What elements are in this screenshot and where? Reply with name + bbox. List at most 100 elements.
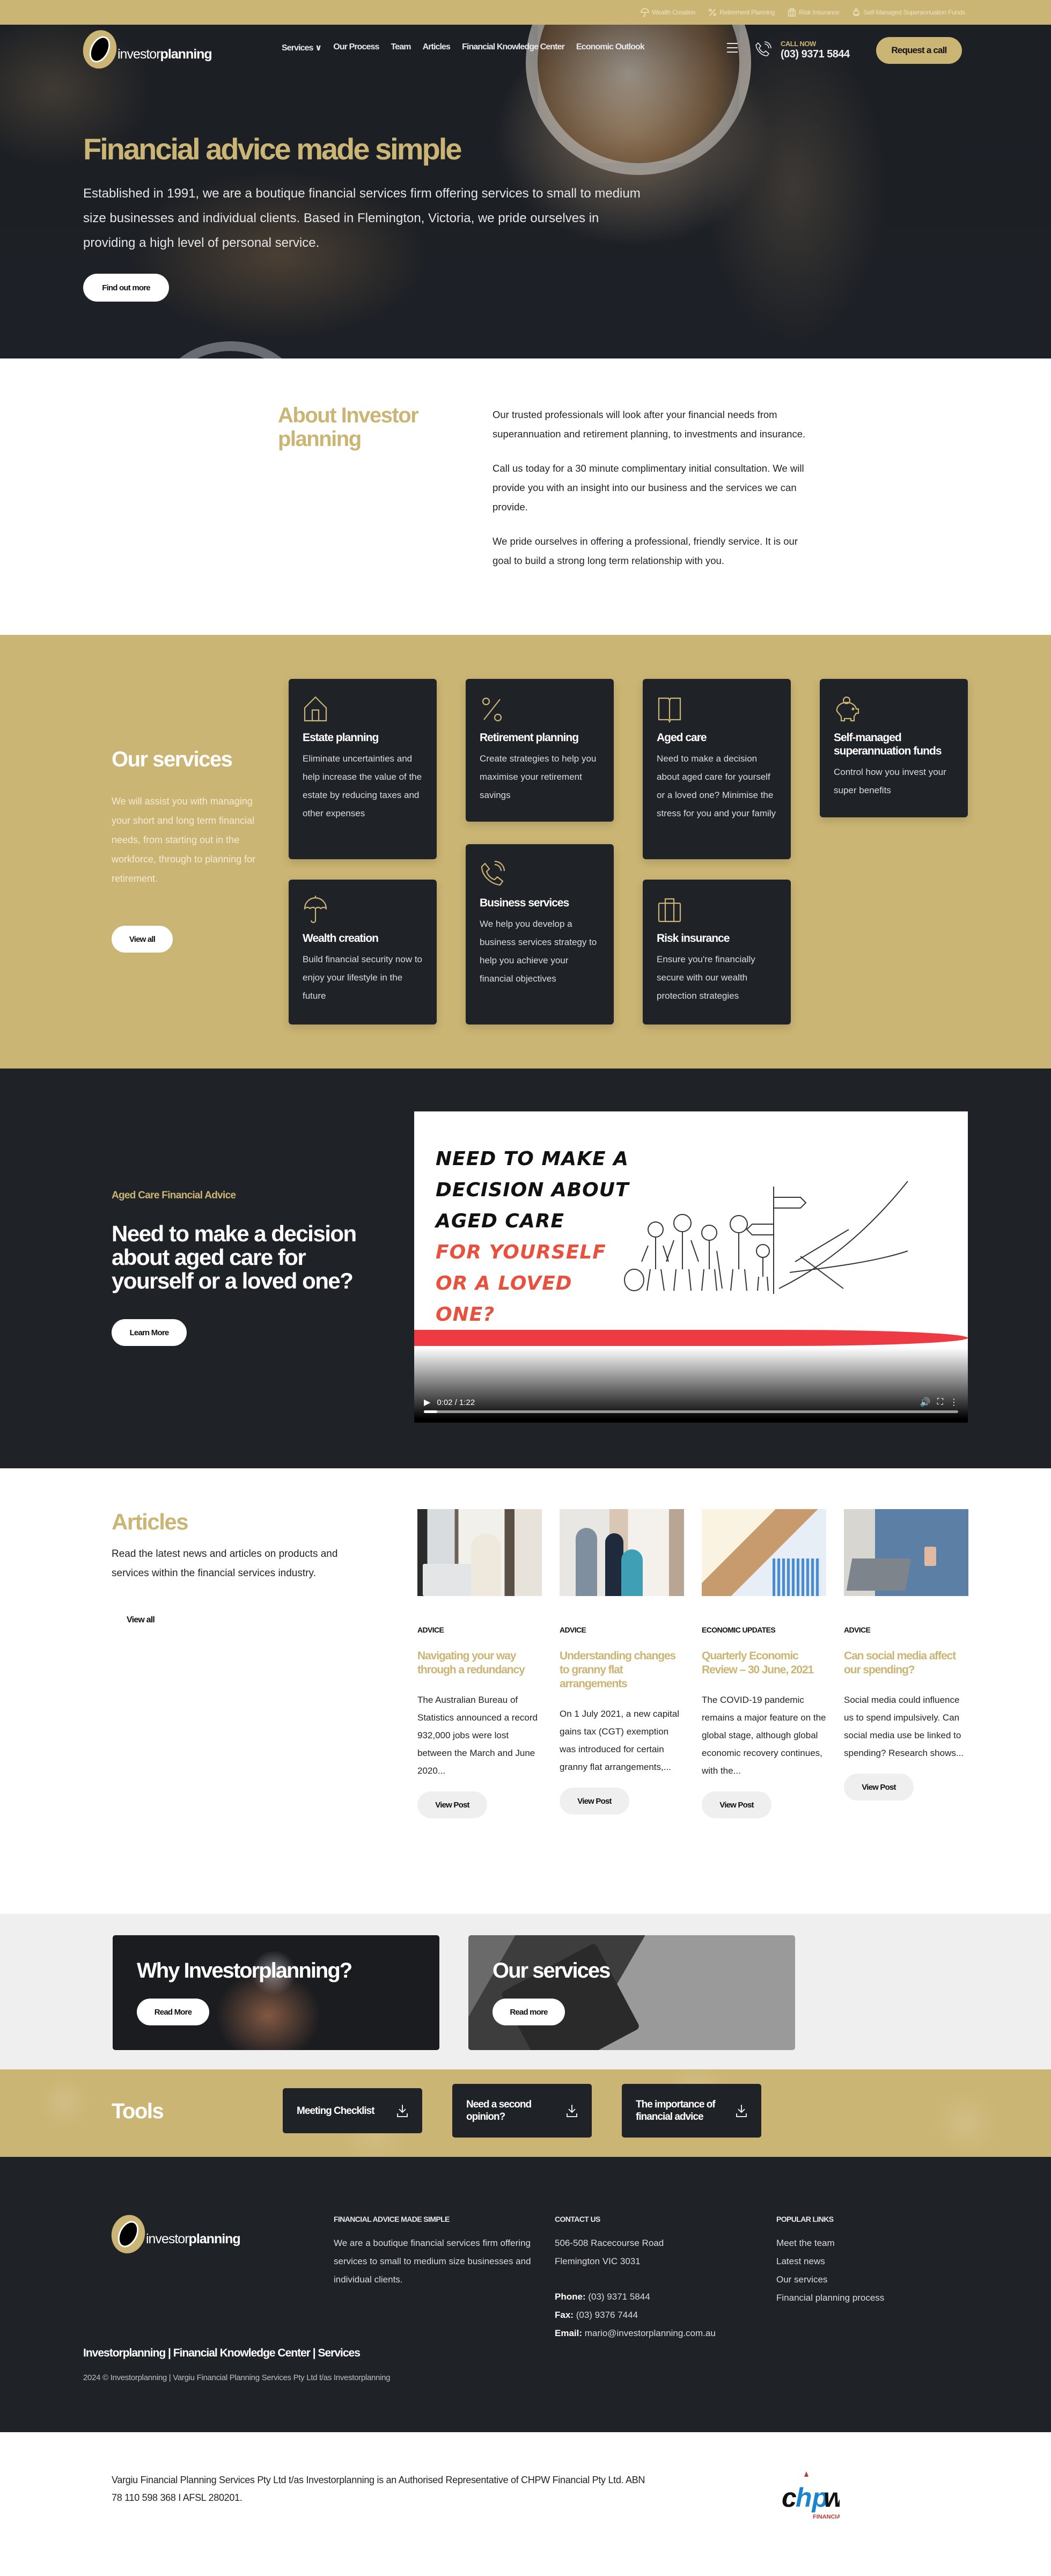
service-card-title: Self-managed superannuation funds <box>834 731 942 757</box>
article-excerpt: The COVID-19 pandemic remains a major fe… <box>702 1695 826 1776</box>
chpw-sub: FINANCIAL <box>813 2514 840 2520</box>
article-image-woman-laptop[interactable] <box>417 1509 542 1596</box>
footer-bottom-link[interactable]: Services <box>318 2347 361 2359</box>
disclaimer-text: Vargiu Financial Planning Services Pty L… <box>112 2475 645 2503</box>
tool-label: Meeting Checklist <box>297 2105 375 2117</box>
tool-label: Need a second opinion? <box>466 2099 532 2123</box>
house-icon <box>304 696 327 722</box>
footer-email[interactable]: Email: mario@investorplanning.com.au <box>555 2324 759 2343</box>
read-more-button[interactable]: Read more <box>493 1999 565 2025</box>
footer-link-our-services[interactable]: Our services <box>776 2271 948 2289</box>
footer-contact-column: CONTACT US 506-508 Racecourse Road Flemi… <box>555 2215 759 2343</box>
view-post-button[interactable]: View Post <box>702 1791 771 1818</box>
primary-menu: Services ∨ Our Process Team Articles Fin… <box>282 42 645 53</box>
tool-label: The importance of financial advice <box>636 2099 716 2123</box>
about-paragraph: Our trusted professionals will look afte… <box>493 409 806 440</box>
services-description: We will assist you with managing your sh… <box>112 796 256 884</box>
more-options-icon[interactable]: ⋮ <box>950 1397 958 1408</box>
services-title: Our services <box>112 748 233 771</box>
request-call-button[interactable]: Request a call <box>876 37 962 64</box>
article-title[interactable]: Quarterly Economic Review – 30 June, 202… <box>702 1649 826 1677</box>
volume-icon[interactable]: 🔊 <box>920 1397 931 1408</box>
view-post-button[interactable]: View Post <box>844 1774 914 1801</box>
article-title[interactable]: Understanding changes to granny flat arr… <box>560 1649 684 1691</box>
site-footer: investorplanning FINANCIAL ADVICE MADE S… <box>0 2157 1051 2432</box>
topbar-link-risk-insurance[interactable]: Risk Insurance <box>788 8 840 17</box>
promo-card-title: Why Investorplanning? <box>137 1959 352 1982</box>
view-post-button[interactable]: View Post <box>417 1791 487 1818</box>
tools-title: Tools <box>112 2099 164 2123</box>
nav-item-our-process[interactable]: Our Process <box>333 42 379 53</box>
service-card-text: Ensure you're financially secure with ou… <box>657 954 755 1001</box>
article-category: ECONOMIC UPDATES <box>702 1626 776 1634</box>
footer-bottom-link[interactable]: Investorplanning <box>83 2347 166 2359</box>
view-all-articles-link[interactable]: View all <box>127 1615 155 1625</box>
footer-bottom-link[interactable]: Financial Knowledge Center <box>173 2347 311 2359</box>
logo-text: investorplanning <box>117 46 212 62</box>
article-image-financial-charts[interactable] <box>702 1509 826 1596</box>
nav-item-team[interactable]: Team <box>391 42 411 53</box>
find-out-more-button[interactable]: Find out more <box>83 274 169 302</box>
header-phone-number[interactable]: (03) 9371 5844 <box>781 48 850 61</box>
aged-care-video-player[interactable]: NEED TO MAKE A DECISION ABOUT AGED CARE … <box>414 1111 968 1423</box>
service-card-title: Retirement planning <box>480 731 579 744</box>
footer-address-line: Flemington VIC 3031 <box>555 2256 641 2266</box>
footer-logo[interactable]: investorplanning <box>108 2212 241 2257</box>
learn-more-button[interactable]: Learn More <box>112 1319 187 1346</box>
site-logo[interactable]: investorplanning <box>79 27 212 72</box>
footer-bottom-links: Investorplanning | Financial Knowledge C… <box>83 2347 361 2359</box>
tools-section: Tools Meeting Checklist Need a second op… <box>0 2069 1051 2157</box>
download-icon <box>567 2105 577 2117</box>
why-investorplanning-card[interactable]: Why Investorplanning? Read More <box>113 1935 439 2050</box>
video-progress-bar[interactable] <box>424 1410 958 1413</box>
footer-link-meet-the-team[interactable]: Meet the team <box>776 2234 948 2252</box>
our-services-card[interactable]: Our services Read more <box>468 1935 795 2050</box>
footer-link-financial-planning-process[interactable]: Financial planning process <box>776 2289 948 2307</box>
article-excerpt: Social media could influence us to spend… <box>844 1695 964 1758</box>
nav-item-economic-outlook[interactable]: Economic Outlook <box>576 42 645 53</box>
article-title[interactable]: Navigating your way through a redundancy <box>417 1649 542 1677</box>
video-caption-line: ONE? <box>436 1304 495 1326</box>
topbar-link-smsf[interactable]: Self-Managed Superannuation Funds <box>852 8 965 17</box>
hamburger-menu-icon[interactable] <box>727 43 738 53</box>
video-caption-line: FOR YOURSELF <box>436 1241 606 1263</box>
nav-item-financial-knowledge-center[interactable]: Financial Knowledge Center <box>462 42 565 53</box>
service-card-smsf[interactable]: Self-managed superannuation funds Contro… <box>820 679 968 817</box>
nav-item-services[interactable]: Services ∨ <box>282 42 322 53</box>
service-card-wealth-creation[interactable]: Wealth creation Build financial security… <box>289 880 437 1024</box>
read-more-button[interactable]: Read More <box>137 1999 209 2025</box>
view-all-services-button[interactable]: View all <box>112 926 173 953</box>
chpw-financial-logo[interactable]: c hp w FINANCIAL <box>781 2471 846 2525</box>
tool-meeting-checklist[interactable]: Meeting Checklist <box>283 2088 422 2133</box>
video-controls: ▶ 0:02 / 1:22 🔊 ⛶ ⋮ <box>424 1397 958 1408</box>
tool-second-opinion[interactable]: Need a second opinion? <box>452 2084 592 2138</box>
tool-importance-of-advice[interactable]: The importance of financial advice <box>622 2084 761 2138</box>
video-caption-line: DECISION ABOUT <box>436 1179 629 1201</box>
play-icon[interactable]: ▶ <box>424 1397 430 1408</box>
logo-mark <box>79 27 120 72</box>
article-excerpt: The Australian Bureau of Statistics anno… <box>417 1695 538 1776</box>
topbar-link-retirement-planning[interactable]: Retirement Planning <box>708 8 775 17</box>
aged-care-section: Aged Care Financial Advice Need to make … <box>0 1069 1051 1468</box>
footer-phone[interactable]: Phone: (03) 9371 5844 <box>555 2288 759 2306</box>
service-card-aged-care[interactable]: Aged care Need to make a decision about … <box>643 679 791 859</box>
footer-link-latest-news[interactable]: Latest news <box>776 2252 948 2271</box>
service-card-risk-insurance[interactable]: Risk insurance Ensure you're financially… <box>643 880 791 1024</box>
piggy-bank-icon <box>853 8 860 16</box>
service-card-text: Build financial security now to enjoy yo… <box>303 954 423 1001</box>
hero-background-cup-saucer <box>161 341 300 358</box>
service-card-retirement-planning[interactable]: Retirement planning Create strategies to… <box>466 679 614 822</box>
about-paragraph: We pride ourselves in offering a profess… <box>493 536 798 566</box>
article-title[interactable]: Can social media affect our spending? <box>844 1649 968 1677</box>
topbar-link-wealth-creation[interactable]: Wealth Creation <box>641 8 696 17</box>
topbar-link-label: Wealth Creation <box>651 9 696 16</box>
article-image-family-kitchen[interactable] <box>560 1509 684 1596</box>
view-post-button[interactable]: View Post <box>560 1788 629 1814</box>
service-card-estate-planning[interactable]: Estate planning Eliminate uncertainties … <box>289 679 437 859</box>
article-category: ADVICE <box>417 1626 444 1634</box>
fullscreen-icon[interactable]: ⛶ <box>937 1397 943 1407</box>
article-image-phone-laptop[interactable] <box>844 1509 968 1596</box>
service-card-business-services[interactable]: Business services We help you develop a … <box>466 844 614 1024</box>
article-excerpt: On 1 July 2021, a new capital gains tax … <box>560 1709 680 1772</box>
nav-item-articles[interactable]: Articles <box>423 42 451 53</box>
